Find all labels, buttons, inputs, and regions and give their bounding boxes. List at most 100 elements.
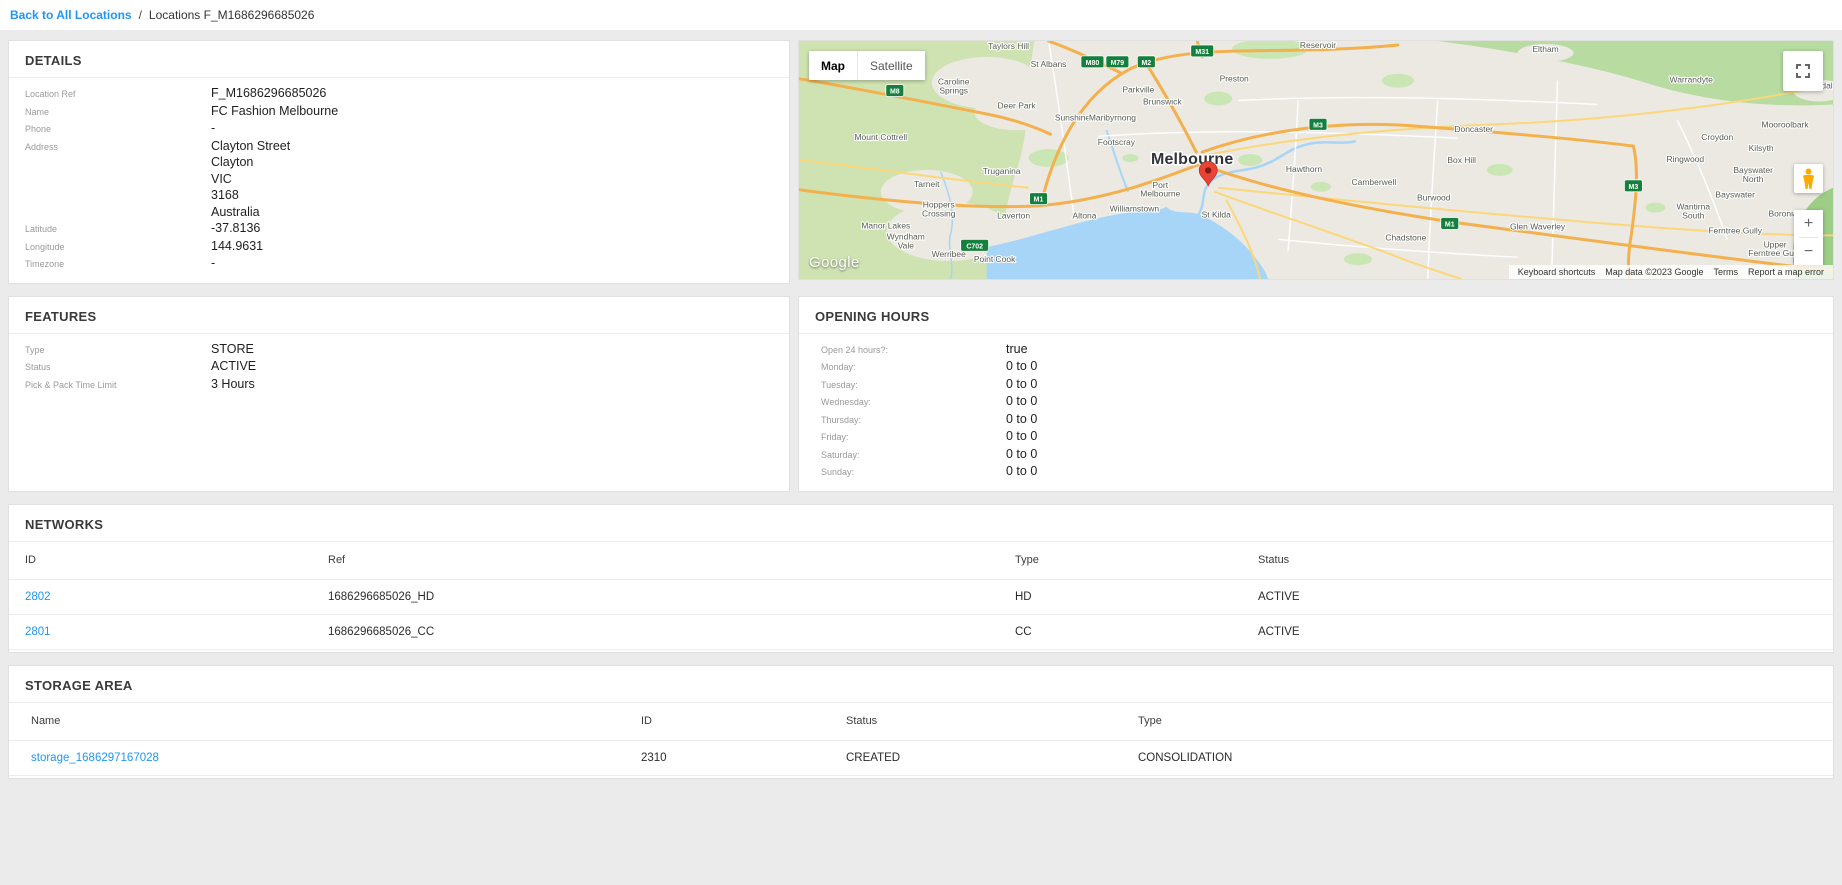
zoom-control: + −	[1794, 210, 1823, 265]
field-label: Friday:	[821, 429, 1006, 446]
map-place-label: Eltham	[1532, 44, 1558, 54]
map-place-label: Tarneit	[914, 179, 940, 189]
cell: CREATED	[846, 752, 1138, 764]
field-row: Thursday:0 to 0	[821, 411, 1817, 429]
google-logo[interactable]: Google	[809, 254, 860, 271]
cell: CC	[1015, 626, 1258, 638]
route-shield: M79	[1106, 56, 1129, 68]
storage-area-table: NameIDStatusTypestorage_1686297167028231…	[9, 703, 1833, 778]
details-card: DETAILS Location RefF_M1686296685026Name…	[8, 40, 790, 284]
route-shield: C702	[961, 239, 989, 251]
map-place-label: Hawthorn	[1286, 164, 1323, 174]
row-link[interactable]: 2802	[25, 591, 328, 603]
breadcrumb: Back to All Locations / Locations F_M168…	[0, 0, 1842, 30]
field-label: Saturday:	[821, 447, 1006, 464]
map-place-label: HoppersCrossing	[922, 200, 956, 219]
map-place-label: Camberwell	[1352, 177, 1397, 187]
column-header: ID	[641, 715, 846, 727]
field-label: Latitude	[25, 221, 211, 238]
table-header-row: IDRefTypeStatus	[9, 542, 1833, 580]
field-value: 0 to 0	[1006, 428, 1037, 445]
field-value: Clayton Street Clayton VIC 3168 Australi…	[211, 138, 290, 221]
field-row: Pick & Pack Time Limit3 Hours	[25, 376, 773, 394]
keyboard-shortcuts-link[interactable]: Keyboard shortcuts	[1513, 267, 1601, 277]
field-value: FC Fashion Melbourne	[211, 103, 338, 120]
field-label: Pick & Pack Time Limit	[25, 377, 211, 394]
column-header: Type	[1015, 554, 1258, 566]
field-label: Name	[25, 104, 211, 121]
map-place-label: Mount Cottrell	[854, 132, 907, 142]
table-header-row: NameIDStatusType	[9, 703, 1833, 741]
field-row: TypeSTORE	[25, 341, 773, 359]
route-shield: M8	[886, 85, 904, 97]
field-value: 0 to 0	[1006, 446, 1037, 463]
map-place-label: Bayswater	[1715, 190, 1755, 200]
networks-table: IDRefTypeStatus28021686296685026_HDHDACT…	[9, 542, 1833, 652]
cell: CONSOLIDATION	[1138, 752, 1833, 764]
field-label: Status	[25, 359, 211, 376]
svg-text:M31: M31	[1195, 49, 1209, 56]
map-canvas[interactable]: MelbourneTaylors HillSt AlbansCarolineSp…	[799, 41, 1833, 279]
map-place-label: Mooroolbark	[1762, 119, 1810, 129]
field-row: AddressClayton Street Clayton VIC 3168 A…	[25, 138, 773, 221]
field-row: Monday:0 to 0	[821, 358, 1817, 376]
row-link[interactable]: 2801	[25, 626, 328, 638]
field-value: -	[211, 120, 215, 137]
map-place-label: Point Cook	[974, 254, 1016, 264]
field-row: Wednesday:0 to 0	[821, 393, 1817, 411]
map-place-label: Warrandyte	[1670, 75, 1714, 85]
details-fields: Location RefF_M1686296685026NameFC Fashi…	[9, 78, 789, 283]
map-data-attribution: Map data ©2023 Google	[1600, 267, 1708, 277]
opening-hours-title: OPENING HOURS	[799, 297, 1833, 334]
field-label: Longitude	[25, 239, 211, 256]
map-type-satellite-button[interactable]: Satellite	[857, 51, 925, 80]
map-place-label: Ringwood	[1666, 154, 1704, 164]
field-value: ACTIVE	[211, 358, 256, 375]
svg-text:M3: M3	[1629, 184, 1639, 191]
map-place-label: Altona	[1072, 211, 1096, 221]
field-label: Sunday:	[821, 464, 1006, 481]
map-place-label: Maribyrnong	[1089, 112, 1136, 122]
cell: HD	[1015, 591, 1258, 603]
breadcrumb-back-link[interactable]: Back to All Locations	[10, 8, 132, 22]
field-row: Friday:0 to 0	[821, 428, 1817, 446]
field-row: Open 24 hours?:true	[821, 341, 1817, 359]
map-type-map-button[interactable]: Map	[809, 51, 857, 80]
column-header: Ref	[328, 554, 1015, 566]
networks-title: NETWORKS	[9, 505, 1833, 542]
row-link[interactable]: storage_1686297167028	[31, 752, 641, 764]
features-title: FEATURES	[9, 297, 789, 334]
zoom-out-button[interactable]: −	[1794, 238, 1823, 265]
breadcrumb-current: Locations F_M1686296685026	[149, 8, 314, 22]
field-label: Thursday:	[821, 412, 1006, 429]
map-place-label: Chadstone	[1385, 232, 1426, 242]
fullscreen-button[interactable]	[1783, 51, 1823, 91]
pegman-button[interactable]	[1794, 164, 1823, 193]
map-place-label: Brunswick	[1143, 96, 1182, 106]
map-place-label: Truganina	[983, 166, 1021, 176]
map-place-label: Doncaster	[1454, 124, 1493, 134]
route-shield: M2	[1137, 56, 1155, 68]
svg-text:M1: M1	[1445, 221, 1455, 228]
report-error-link[interactable]: Report a map error	[1743, 267, 1829, 277]
map-place-label: CarolineSprings	[938, 77, 970, 96]
svg-text:C702: C702	[966, 243, 983, 250]
map-place-label: Burwood	[1417, 193, 1451, 203]
terms-link[interactable]: Terms	[1708, 267, 1743, 277]
field-value: 144.9631	[211, 238, 263, 255]
route-shield: M1	[1030, 193, 1048, 205]
route-shield: M80	[1081, 56, 1104, 68]
map-place-label: Parkville	[1122, 85, 1154, 95]
column-header: ID	[25, 554, 328, 566]
field-label: Monday:	[821, 359, 1006, 376]
field-row: Sunday:0 to 0	[821, 463, 1817, 481]
field-row: NameFC Fashion Melbourne	[25, 103, 773, 121]
column-header: Type	[1138, 715, 1833, 727]
table-row: storage_16862971670282310CREATEDCONSOLID…	[9, 741, 1833, 776]
map-place-label: Kilsyth	[1749, 143, 1774, 153]
field-row: Longitude144.9631	[25, 238, 773, 256]
map-place-label: Taylors Hill	[988, 41, 1029, 51]
zoom-in-button[interactable]: +	[1794, 210, 1823, 237]
field-value: 0 to 0	[1006, 358, 1037, 375]
svg-text:M3: M3	[1313, 122, 1323, 129]
